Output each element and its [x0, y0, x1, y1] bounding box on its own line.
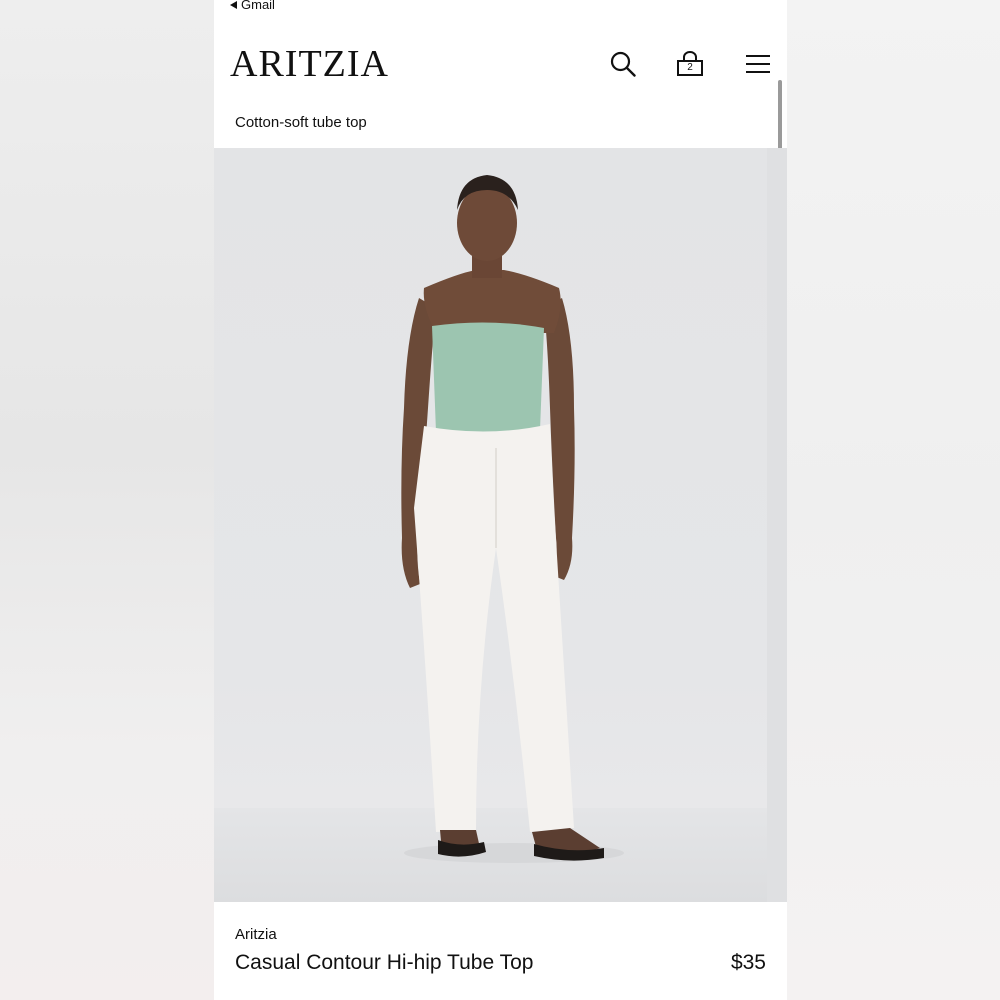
product-brand: Aritzia — [235, 926, 277, 943]
product-subtitle: Cotton-soft tube top — [235, 114, 367, 131]
menu-button[interactable] — [742, 48, 774, 80]
back-to-gmail-link[interactable]: Gmail — [230, 0, 275, 12]
product-image[interactable] — [214, 148, 787, 902]
brand-logo[interactable]: ARITZIA — [230, 42, 389, 86]
product-price: $35 — [730, 951, 766, 974]
product-name[interactable]: Casual Contour Hi-hip Tube Top — [235, 951, 533, 975]
model-figure — [401, 175, 624, 863]
backdrop-left — [0, 0, 214, 1000]
search-icon — [610, 51, 636, 77]
hamburger-menu-icon — [746, 55, 770, 73]
phone-screen: Gmail ARITZIA 2 Cotton-soft tube top Ari… — [214, 0, 787, 1000]
shopping-bag-button[interactable]: 2 — [674, 48, 706, 80]
back-label: Gmail — [241, 0, 275, 12]
search-button[interactable] — [607, 48, 639, 80]
backdrop-right — [787, 0, 1000, 1000]
back-arrow-icon — [230, 0, 237, 9]
bag-count-badge: 2 — [687, 62, 693, 73]
